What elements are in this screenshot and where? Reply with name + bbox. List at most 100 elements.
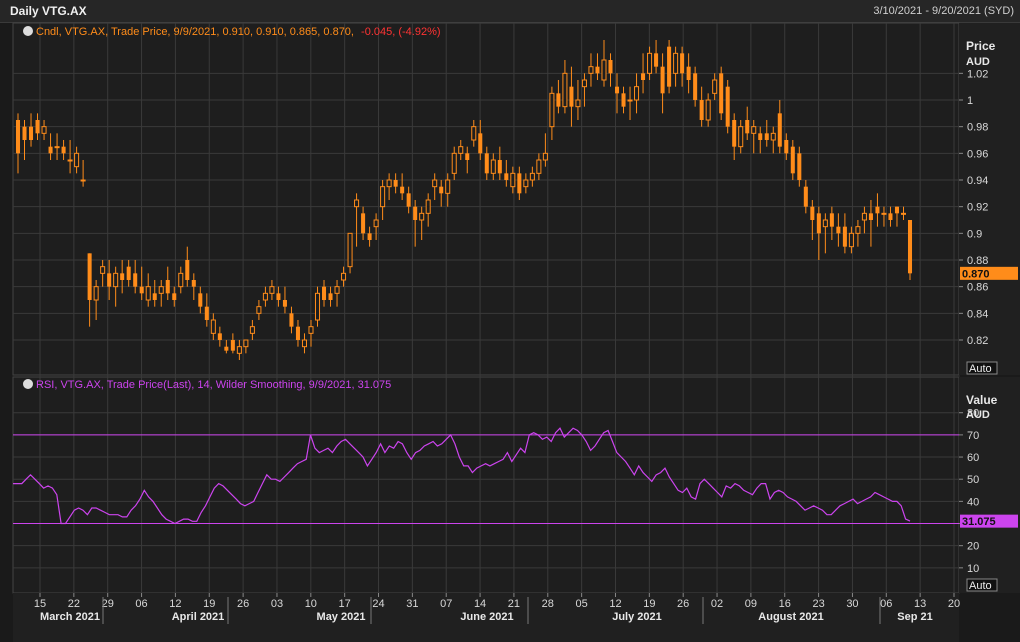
rsi-legend-text: RSI, VTG.AX, Trade Price(Last), 14, Wild… (36, 379, 391, 391)
x-tick-label: 22 (68, 598, 80, 610)
candle-body-down (133, 273, 138, 287)
rsi-auto-scale-button[interactable]: Auto (966, 578, 998, 592)
candle-body-down (699, 100, 704, 120)
candle (719, 66, 724, 120)
candle-body-down (907, 220, 913, 274)
candle-body-down (276, 293, 281, 300)
candle-body-up (347, 232, 353, 268)
price-legend-icon[interactable] (23, 26, 33, 36)
rsi-legend-icon[interactable] (23, 379, 33, 389)
price-auto-scale-button[interactable]: Auto (966, 361, 998, 375)
candle-body-down (361, 213, 366, 234)
x-tick-label: 19 (643, 598, 655, 610)
candle-body-down (758, 133, 763, 140)
candle-body-down (595, 66, 600, 74)
x-tick-label: 12 (169, 598, 181, 610)
candle-body-down (478, 133, 483, 154)
candle-body-down (172, 293, 177, 300)
price-tick-label: 0.96 (967, 148, 988, 160)
candle-body-up (269, 286, 275, 294)
price-panel (12, 22, 960, 376)
candle-body-up (249, 326, 255, 334)
candle-body-up (458, 146, 464, 154)
candle-body-down (556, 93, 561, 107)
candle-body-up (627, 99, 633, 102)
x-tick-label: 16 (779, 598, 791, 610)
candle-body-down (139, 286, 144, 294)
candle-body-down (641, 73, 646, 80)
candle-body-up (380, 186, 386, 208)
candle-body-up (445, 179, 451, 194)
candle-body-down (282, 300, 287, 307)
x-tick-label: 20 (948, 598, 960, 610)
candle (907, 220, 913, 280)
candle-body-down (875, 206, 880, 214)
candle-body-down (367, 233, 372, 240)
rsi-axis-title: Value (966, 393, 998, 407)
candle-body-down (22, 126, 27, 140)
rsi-tick-label: 10 (967, 563, 979, 575)
candle-body-up (751, 126, 757, 134)
candle-body-up (301, 339, 308, 348)
rsi-tick-label: 50 (967, 474, 979, 486)
candle-body-up (354, 199, 360, 208)
x-tick-label: 26 (677, 598, 689, 610)
candle-body-up (334, 286, 340, 294)
candle-body-down (608, 60, 613, 74)
candle-body-down (504, 173, 509, 180)
candle-body-down (465, 153, 470, 160)
candle-body-up (536, 159, 542, 174)
x-tick-label: 12 (609, 598, 621, 610)
candle-body-down (321, 286, 327, 300)
candle-body-up (314, 292, 321, 321)
candle-body-down (289, 313, 294, 327)
candle-body-down (790, 146, 795, 174)
price-legend-change: -0.045, (-4.92%) (361, 26, 440, 38)
rsi-tick-label: 20 (967, 541, 979, 553)
candle-body-down (295, 326, 300, 340)
candle-body-down (888, 213, 893, 220)
candle-body-up (386, 179, 392, 188)
candle-body-down (517, 173, 522, 194)
candle-body-up (373, 219, 379, 228)
candle-body-up (770, 132, 776, 141)
month-label: March 2021 (40, 611, 100, 623)
x-tick-label: 24 (372, 598, 384, 610)
x-tick-label: 09 (745, 598, 757, 610)
candle-body-down (35, 120, 40, 134)
candle-body-up (738, 126, 744, 148)
candle-body-down (732, 120, 737, 147)
candle-body-up (529, 172, 535, 181)
price-tick-label: 0.9 (967, 228, 982, 240)
price-tick-label: 0.98 (967, 122, 988, 134)
svg-text:Cndl, VTG.AX, Trade Price, 9/9: Cndl, VTG.AX, Trade Price, 9/9/2021, 0.9… (36, 26, 441, 38)
candle-body-down (48, 146, 53, 154)
x-tick-label: 05 (576, 598, 588, 610)
candle-body-down (621, 93, 626, 107)
x-tick-label: 31 (406, 598, 418, 610)
candle-body-down (777, 113, 782, 147)
candle-body-up (705, 99, 711, 121)
candle-body-down (439, 186, 444, 194)
rsi-last-value: 31.075 (962, 516, 996, 528)
month-label: April 2021 (172, 611, 225, 623)
candle-body-up (581, 79, 587, 88)
candle-body-up (822, 219, 828, 228)
x-tick-label: 26 (237, 598, 249, 610)
candle-body-up (562, 72, 568, 108)
x-tick-label: 28 (542, 598, 554, 610)
candle-body-up (647, 52, 653, 74)
candle-body-down (725, 86, 730, 127)
candle-body-down (745, 120, 750, 134)
candle-body-up (900, 212, 907, 215)
x-tick-label: 19 (203, 598, 215, 610)
candle-body-up (74, 152, 80, 168)
candle-body-up (308, 326, 314, 334)
x-tick-label: 21 (508, 598, 520, 610)
candle-body-down (836, 226, 841, 234)
candle-body-down (484, 153, 489, 174)
month-label: June 2021 (460, 611, 513, 623)
candle-body-down (497, 160, 502, 174)
price-tick-label: 0.82 (967, 335, 988, 347)
candle-body-down (829, 213, 834, 227)
